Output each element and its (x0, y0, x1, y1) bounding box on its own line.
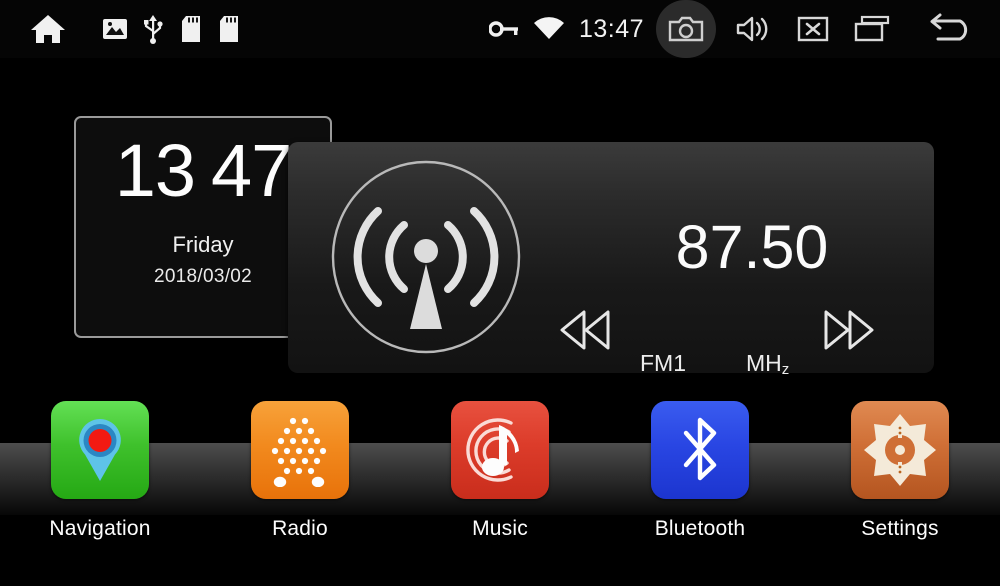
dock-label-bluetooth: Bluetooth (654, 517, 746, 540)
radio-unit-label: MHz (746, 350, 790, 378)
gallery-icon[interactable] (96, 0, 134, 58)
recent-apps-icon[interactable] (842, 0, 904, 58)
clock-widget-hours: 13 (114, 129, 196, 212)
radio-grille-icon[interactable] (251, 401, 349, 499)
clock-widget-weekday: Friday (172, 232, 234, 258)
dock-item-navigation[interactable]: Navigation (0, 388, 200, 541)
status-bar-right-group: 13:47 (483, 0, 1000, 58)
radio-band-label: FM1 (640, 350, 686, 376)
radio-tower-icon[interactable] (330, 159, 522, 355)
radio-unit-main: MH (746, 350, 782, 376)
screenshot-button-highlight[interactable] (656, 0, 716, 58)
dock-item-settings[interactable]: Settings (800, 388, 1000, 541)
vpn-key-icon (483, 0, 525, 58)
dock-label-radio: Radio (272, 517, 328, 540)
clock-widget-date: 2018/03/02 (153, 266, 253, 288)
radio-widget[interactable]: 87.50 FM1 MHz (288, 142, 934, 378)
volume-icon[interactable] (722, 0, 784, 58)
clock-widget-time: 13 47 (114, 129, 293, 212)
sd-card-1-icon[interactable] (172, 0, 210, 58)
widget-area: 13 47 Friday 2018/03/02 87.50 FM1 MHz (0, 58, 1000, 388)
dock-item-music[interactable]: Music (400, 388, 600, 541)
dock-item-radio[interactable]: Radio (200, 388, 400, 541)
status-bar: 13:47 (0, 0, 1000, 58)
usb-icon[interactable] (134, 0, 172, 58)
dock-item-list: Navigation Radio Music Bluetooth Setting… (0, 388, 1000, 586)
sd-card-2-icon[interactable] (210, 0, 248, 58)
clock-widget-minutes: 47 (211, 129, 292, 212)
navigation-pin-icon[interactable] (51, 401, 149, 499)
app-dock: Navigation Radio Music Bluetooth Setting… (0, 388, 1000, 586)
dock-label-music: Music (472, 517, 528, 540)
music-note-icon[interactable] (451, 401, 549, 499)
home-icon[interactable] (0, 0, 96, 58)
back-icon[interactable] (904, 0, 1000, 58)
bluetooth-icon[interactable] (651, 401, 749, 499)
status-bar-clock: 13:47 (578, 14, 644, 43)
radio-prev-button[interactable] (558, 308, 614, 352)
screenshot-camera-icon[interactable] (650, 0, 722, 58)
radio-unit-sub: z (781, 361, 790, 378)
settings-gear-icon[interactable] (851, 401, 949, 499)
dock-label-navigation: Navigation (49, 517, 151, 540)
dock-label-settings: Settings (861, 517, 939, 540)
radio-next-button[interactable] (820, 308, 876, 352)
radio-frequency-value: 87.50 (675, 213, 829, 281)
status-bar-left-group (0, 0, 248, 58)
dock-item-bluetooth[interactable]: Bluetooth (600, 388, 800, 541)
close-app-icon[interactable] (784, 0, 842, 58)
wifi-icon (525, 0, 573, 58)
